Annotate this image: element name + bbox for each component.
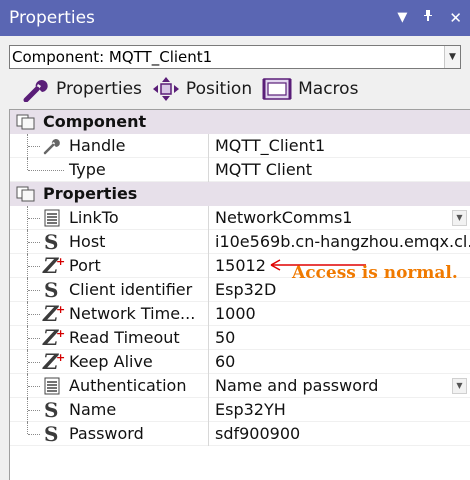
wrench-icon	[43, 139, 60, 155]
property-name: Host	[69, 232, 106, 251]
property-grid: Component Handle MQTT_Client1 Type MQTT …	[9, 109, 470, 480]
property-row-handle[interactable]: Handle MQTT_Client1	[10, 134, 470, 158]
property-tabs: Properties Position Macros	[22, 74, 368, 104]
property-name: Keep Alive	[69, 352, 153, 371]
property-value[interactable]: MQTT Client	[208, 158, 470, 182]
tab-macros[interactable]: Macros	[262, 76, 358, 102]
tree-line	[28, 362, 40, 363]
tree-line	[28, 290, 40, 291]
list-icon	[44, 377, 60, 395]
properties-panel: Component: MQTT_Client1 ▼ Properties Pos…	[0, 36, 470, 480]
chevron-down-icon[interactable]: ▼	[444, 46, 460, 68]
property-name: Authentication	[69, 376, 187, 395]
property-row-keep-alive[interactable]: Z + Keep Alive 60	[10, 350, 470, 374]
title-controls: ▼ ✕	[397, 0, 462, 36]
property-row-name[interactable]: S Name Esp32YH	[10, 398, 470, 422]
property-value-text: Name and password	[215, 376, 379, 395]
property-row-host[interactable]: S Host i10e569b.cn-hangzhou.emqx.cl...	[10, 230, 470, 254]
tree-line	[28, 218, 40, 219]
category-properties[interactable]: Properties	[10, 182, 470, 206]
property-name: Port	[69, 256, 101, 275]
tree-line	[28, 146, 40, 147]
category-label: Properties	[43, 184, 138, 203]
property-value[interactable]: 50	[208, 326, 470, 350]
chevron-down-icon[interactable]: ▼	[452, 210, 467, 226]
tab-position[interactable]: Position	[152, 76, 252, 102]
tree-line	[28, 386, 40, 387]
property-name: Network Time...	[69, 304, 196, 323]
tab-position-label: Position	[185, 79, 253, 99]
collapse-category-icon[interactable]	[16, 114, 36, 130]
tree-line	[28, 170, 64, 171]
property-value[interactable]: 60	[208, 350, 470, 374]
property-value[interactable]: 1000	[208, 302, 470, 326]
string-type-icon: S	[44, 422, 59, 446]
property-row-password[interactable]: S Password sdf900900	[10, 422, 470, 446]
property-row-type[interactable]: Type MQTT Client	[10, 158, 470, 182]
component-select[interactable]: Component: MQTT_Client1 ▼	[9, 45, 461, 69]
properties-titlebar: Properties ▼ ✕	[0, 0, 470, 36]
property-value[interactable]: Esp32YH	[208, 398, 470, 422]
property-value[interactable]: i10e569b.cn-hangzhou.emqx.cl...	[208, 230, 470, 254]
window-title: Properties	[9, 8, 95, 28]
tree-line	[28, 338, 40, 339]
integer-type-icon: Z +	[43, 253, 66, 278]
tree-line	[28, 242, 40, 243]
tree-line	[28, 266, 40, 267]
property-name: Password	[69, 424, 144, 443]
tab-properties-label: Properties	[56, 79, 142, 99]
property-name: Name	[69, 400, 117, 419]
property-name: Read Timeout	[69, 328, 180, 347]
pin-icon[interactable]	[423, 0, 433, 36]
property-value[interactable]: MQTT_Client1	[208, 134, 470, 158]
tree-line	[28, 314, 40, 315]
close-icon[interactable]: ✕	[449, 0, 462, 36]
wrench-icon	[23, 80, 48, 102]
tree-line	[28, 410, 40, 411]
property-name: Handle	[69, 136, 126, 155]
component-select-value: Component: MQTT_Client1	[12, 48, 213, 66]
property-name: Type	[69, 160, 106, 179]
chevron-down-icon[interactable]: ▼	[452, 378, 467, 394]
category-component[interactable]: Component	[10, 110, 470, 134]
chevron-down-icon[interactable]: ▼	[397, 0, 407, 36]
property-row-linkto[interactable]: LinkTo NetworkComms1 ▼	[10, 206, 470, 230]
property-name: Client identifier	[69, 280, 193, 299]
property-row-authentication[interactable]: Authentication Name and password ▼	[10, 374, 470, 398]
property-row-network-timeout[interactable]: Z + Network Time... 1000	[10, 302, 470, 326]
tab-properties[interactable]: Properties	[22, 76, 142, 102]
list-icon	[44, 209, 60, 227]
property-row-read-timeout[interactable]: Z + Read Timeout 50	[10, 326, 470, 350]
collapse-category-icon[interactable]	[16, 186, 36, 202]
macro-icon	[262, 78, 292, 100]
tree-line	[28, 434, 40, 435]
tree-line	[27, 158, 28, 170]
annotation-text: Access is normal.	[292, 263, 458, 283]
move-arrows-icon	[152, 77, 179, 101]
tree-line	[27, 422, 28, 434]
category-label: Component	[43, 112, 147, 131]
property-name: LinkTo	[69, 208, 119, 227]
string-type-icon: S	[44, 398, 59, 422]
property-value[interactable]: NetworkComms1 ▼	[208, 206, 470, 230]
property-value[interactable]: Name and password ▼	[208, 374, 470, 398]
property-value-text: NetworkComms1	[215, 208, 353, 227]
property-value[interactable]: sdf900900	[208, 422, 470, 446]
integer-type-icon: Z +	[43, 349, 66, 374]
tab-macros-label: Macros	[298, 79, 359, 99]
